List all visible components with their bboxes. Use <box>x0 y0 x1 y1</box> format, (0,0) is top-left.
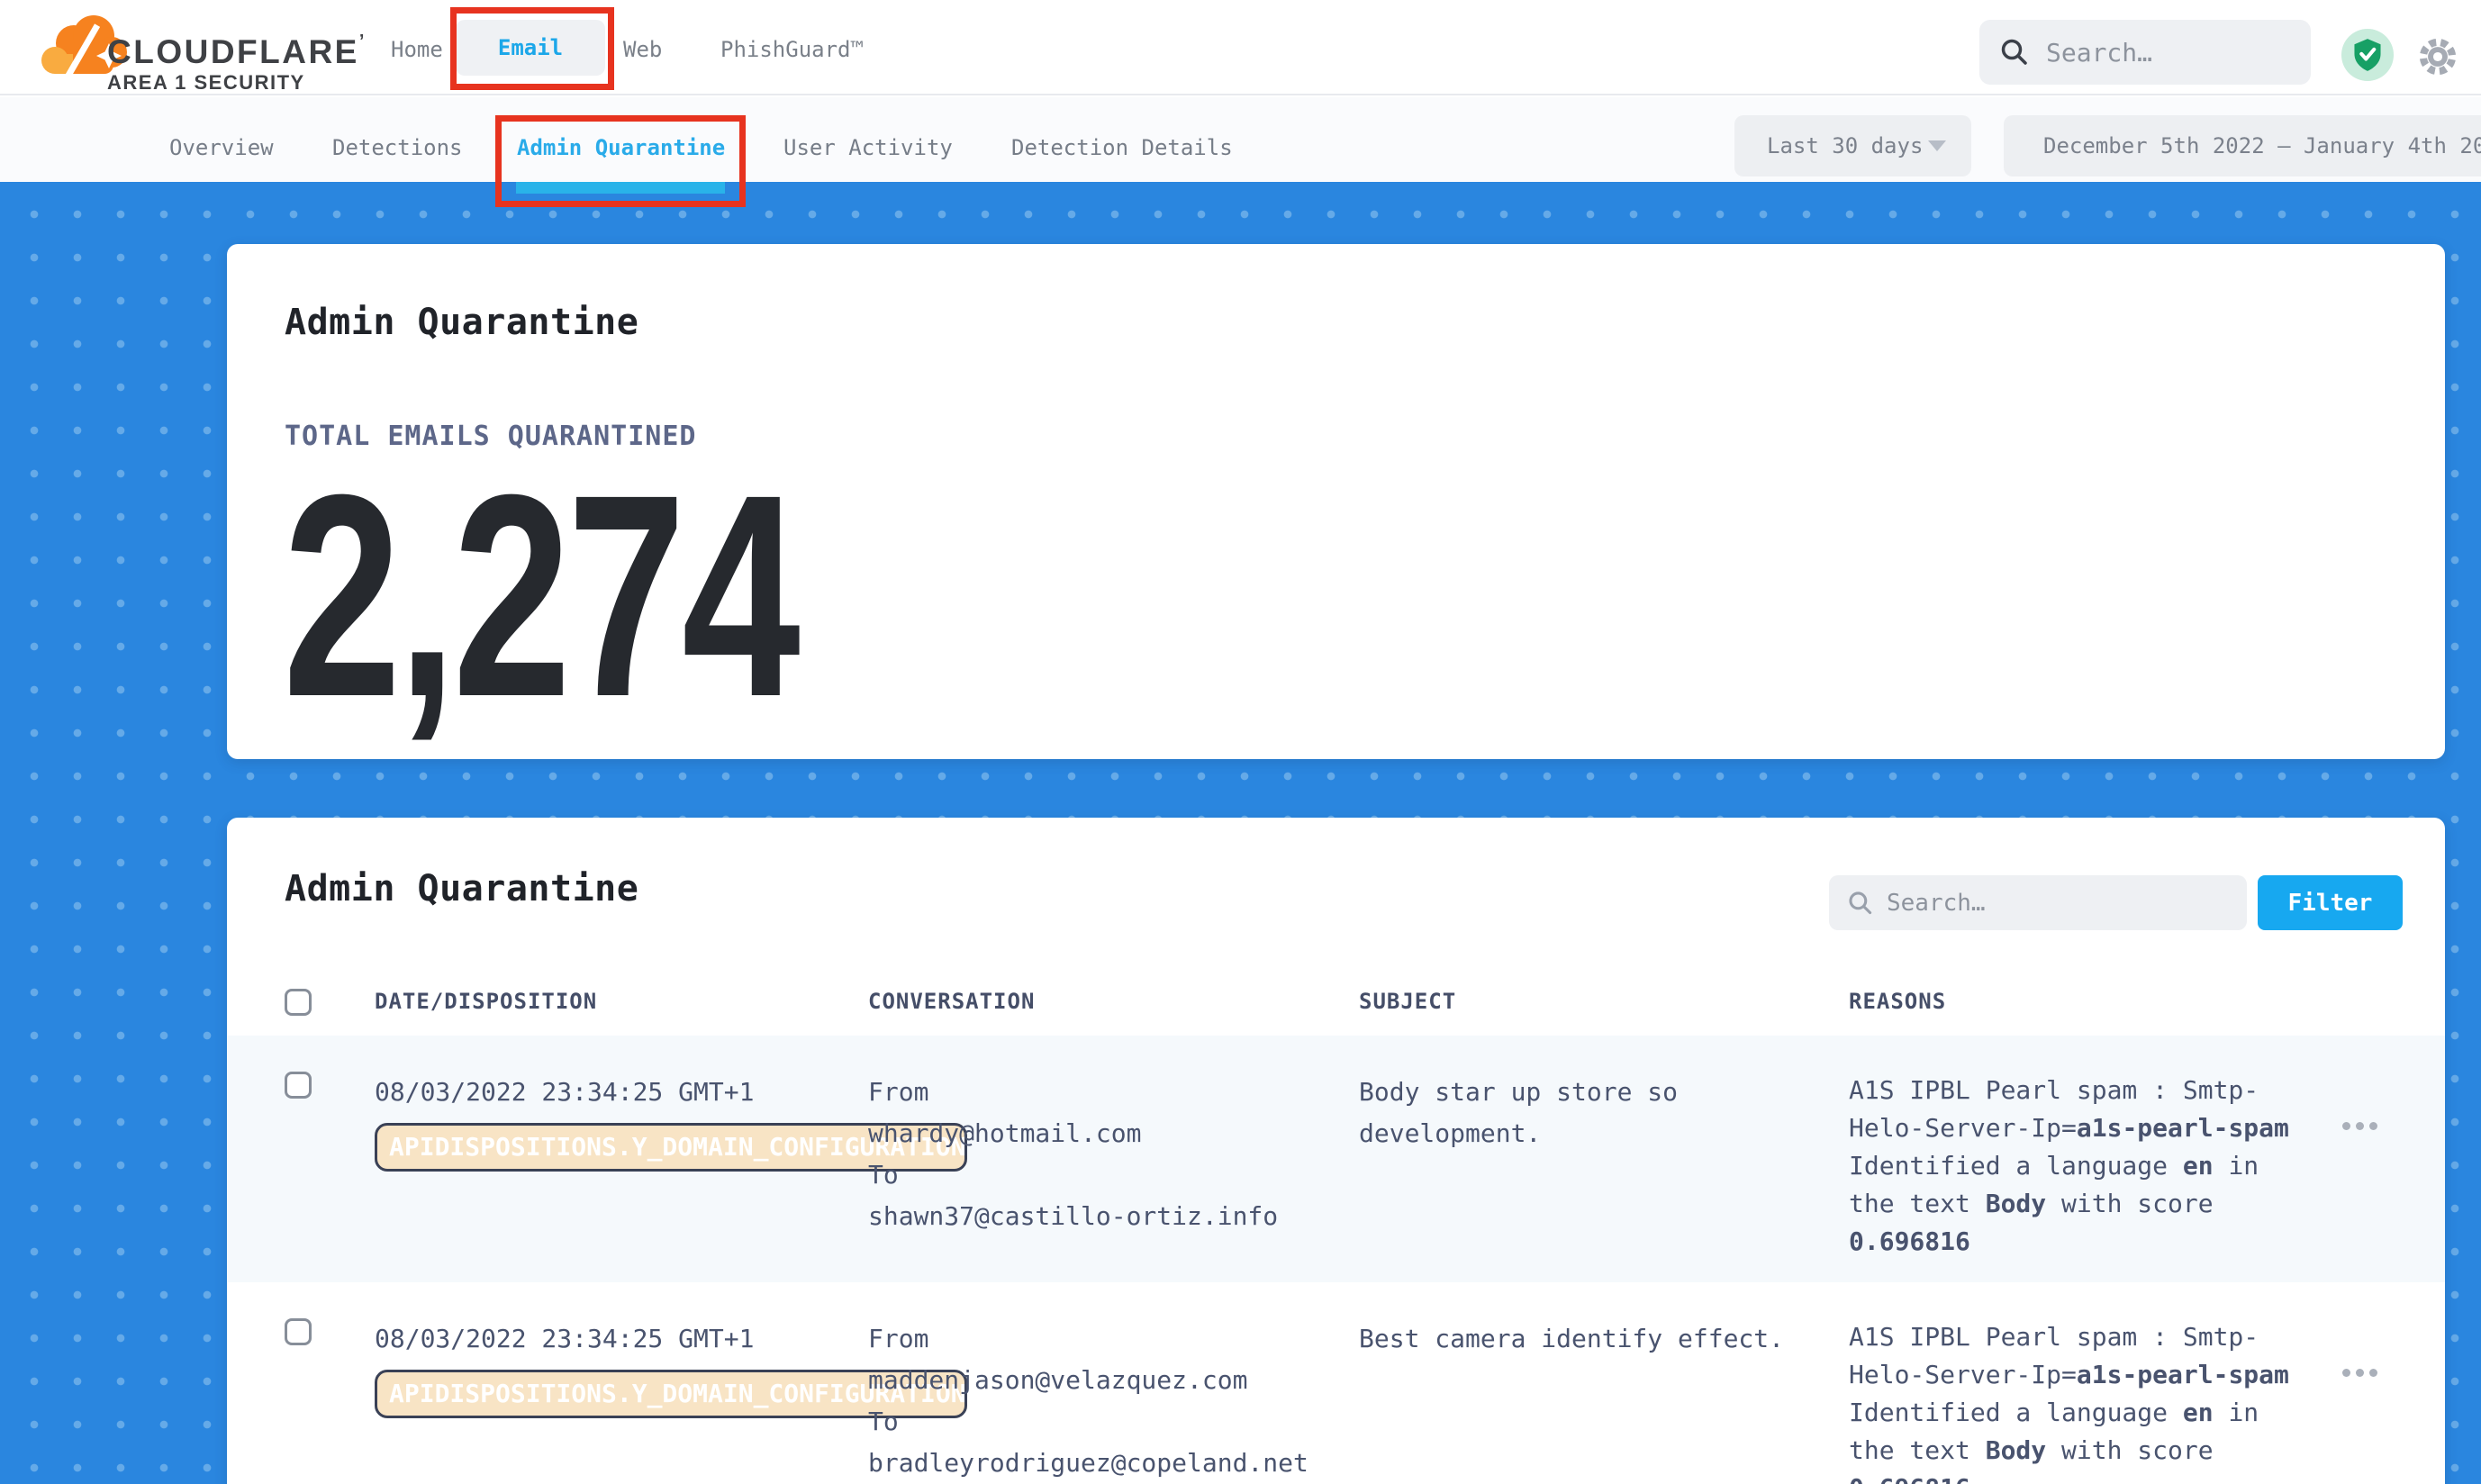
conversation-from-label: From <box>868 1318 1359 1360</box>
time-range-dropdown[interactable]: Last 30 days <box>1734 115 1971 176</box>
brand-name: CLOUDFLARE’ <box>107 24 364 69</box>
page: CLOUDFLARE’ AREA 1 SECURITY Home Email W… <box>0 0 2481 1484</box>
summary-card-title: Admin Quarantine <box>285 302 638 343</box>
row-checkbox[interactable] <box>285 1318 312 1345</box>
nav-email-label: Email <box>498 35 563 60</box>
conversation-to-label: To <box>868 1401 1359 1443</box>
table-search[interactable] <box>1829 875 2247 930</box>
row-conversation: From maddenjason@velazquez.com To bradle… <box>868 1318 1359 1484</box>
column-header-subject: SUBJECT <box>1359 989 1849 1036</box>
conversation-to-label: To <box>868 1154 1359 1196</box>
settings-gear-icon[interactable] <box>2417 36 2458 81</box>
row-subject: Best camera identify effect. <box>1359 1318 1827 1484</box>
search-icon <box>1847 890 1874 917</box>
table-row[interactable]: 08/03/2022 23:34:25 GMT+1 From whardy@ho… <box>227 1036 2445 1282</box>
nav-email[interactable]: Email <box>456 20 605 76</box>
brand-text: CLOUDFLARE’ AREA 1 SECURITY <box>107 24 364 95</box>
column-header-date: DATE/DISPOSITION <box>375 989 868 1036</box>
column-header-reasons: REASONS <box>1849 989 2317 1036</box>
row-subject: Body star up store so development. <box>1359 1072 1827 1282</box>
tab-user-activity[interactable]: User Activity <box>783 134 953 161</box>
row-date: 08/03/2022 23:34:25 GMT+1 <box>375 1318 868 1360</box>
search-icon <box>1999 37 2030 68</box>
column-header-conversation: CONVERSATION <box>868 989 1359 1036</box>
conversation-from-address: maddenjason@velazquez.com <box>868 1360 1359 1401</box>
quarantine-table-card: Admin Quarantine Filter DATE/DISPOSITION… <box>227 818 2445 1484</box>
content-background: Admin Quarantine TOTAL EMAILS QUARANTINE… <box>0 182 2481 1484</box>
tab-overview[interactable]: Overview <box>169 134 274 161</box>
select-all-checkbox[interactable] <box>285 989 312 1016</box>
nav-web[interactable]: Web <box>623 36 662 63</box>
row-conversation: From whardy@hotmail.com To shawn37@casti… <box>868 1072 1359 1282</box>
table-card-title: Admin Quarantine <box>285 868 638 909</box>
table-row[interactable]: 08/03/2022 23:34:25 GMT+1 From maddenjas… <box>227 1282 2445 1484</box>
row-actions-ellipsis-icon[interactable] <box>2342 1369 2377 1380</box>
conversation-to-address: bradleyrodriguez@copeland.net <box>868 1443 1359 1484</box>
brand-subname: AREA 1 SECURITY <box>107 71 364 95</box>
nav-phishguard[interactable]: PhishGuard™ <box>720 36 864 63</box>
chevron-down-icon <box>1928 140 1946 151</box>
email-subnav: Overview Detections Admin Quarantine Use… <box>0 97 2481 182</box>
row-date: 08/03/2022 23:34:25 GMT+1 <box>375 1072 868 1113</box>
global-search[interactable] <box>1979 20 2311 85</box>
table-header-row: DATE/DISPOSITION CONVERSATION SUBJECT RE… <box>227 969 2445 1036</box>
shield-check-icon <box>2352 38 2383 72</box>
summary-card: Admin Quarantine TOTAL EMAILS QUARANTINE… <box>227 244 2445 759</box>
date-range-button[interactable]: December 5th 2022 — January 4th 2023 <box>2004 115 2481 176</box>
top-header: CLOUDFLARE’ AREA 1 SECURITY Home Email W… <box>0 0 2481 95</box>
conversation-from-address: whardy@hotmail.com <box>868 1113 1359 1154</box>
tab-detections[interactable]: Detections <box>332 134 463 161</box>
row-date-disposition: 08/03/2022 23:34:25 GMT+1 <box>375 1072 868 1282</box>
conversation-to-address: shawn37@castillo-ortiz.info <box>868 1196 1359 1237</box>
security-status-badge[interactable] <box>2341 29 2394 81</box>
brand-trademark: ’ <box>359 32 365 51</box>
row-checkbox[interactable] <box>285 1072 312 1099</box>
row-reasons: A1S IPBL Pearl spam : Smtp-Helo-Server-I… <box>1849 1318 2317 1484</box>
table-body: 08/03/2022 23:34:25 GMT+1 From whardy@ho… <box>227 1036 2445 1484</box>
date-range-label: December 5th 2022 — January 4th 2023 <box>2043 133 2481 158</box>
conversation-from-label: From <box>868 1072 1359 1113</box>
row-actions-ellipsis-icon[interactable] <box>2342 1122 2377 1133</box>
nav-home[interactable]: Home <box>391 36 443 63</box>
row-reasons: A1S IPBL Pearl spam : Smtp-Helo-Server-I… <box>1849 1072 2317 1282</box>
table-search-input[interactable] <box>1887 890 2193 917</box>
active-tab-underline <box>516 182 725 194</box>
tab-admin-quarantine[interactable]: Admin Quarantine <box>517 134 725 161</box>
filter-button[interactable]: Filter <box>2258 875 2403 930</box>
global-search-input[interactable] <box>2046 38 2280 68</box>
time-range-label: Last 30 days <box>1767 133 1928 158</box>
metric-value: 2,274 <box>283 451 796 739</box>
tab-detection-details[interactable]: Detection Details <box>1011 134 1233 161</box>
